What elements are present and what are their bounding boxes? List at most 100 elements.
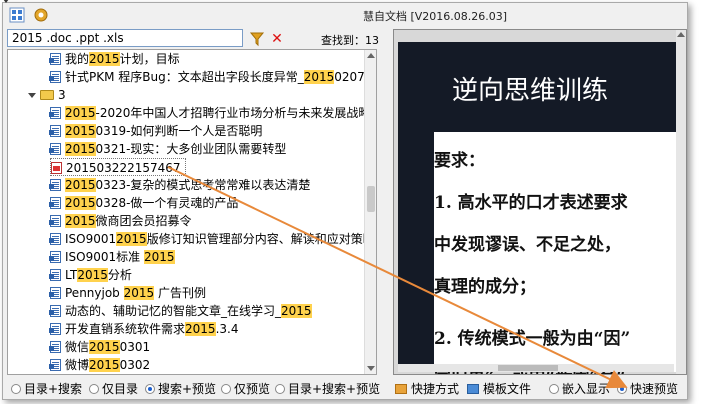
mode-catalog-search-preview[interactable]: 目录+搜索+预览 [275, 382, 380, 396]
item-text: LT [65, 268, 78, 282]
scroll-thumb[interactable] [498, 365, 558, 371]
tree-item[interactable]: 20150328-做一个有灵魂的产品 [49, 194, 238, 212]
match-highlight: 2015 [123, 286, 155, 300]
tree-item[interactable]: 2015微商团会员招募令 [49, 212, 192, 230]
tree-item[interactable]: ISO9001标准 2015 [49, 248, 175, 266]
word-doc-icon [49, 107, 61, 119]
tree-item[interactable]: 201503222157467 [50, 158, 186, 176]
radio-dot[interactable] [11, 384, 21, 394]
radio-dot[interactable] [549, 384, 559, 394]
clear-icon[interactable]: ✕ [269, 31, 285, 47]
embed-display-radio[interactable]: 嵌入显示 [549, 382, 610, 396]
match-highlight: 2015 [281, 304, 312, 318]
match-highlight: 2015 [65, 124, 96, 138]
item-text: 微商团会员招募令 [95, 214, 192, 228]
item-text: 我的 [65, 52, 90, 66]
word-doc-icon [49, 305, 61, 317]
match-highlight: 2015 [143, 250, 175, 264]
item-text: .3.4 [215, 322, 239, 336]
item-text: 0207 [334, 70, 365, 84]
match-highlight: 2015 [65, 214, 96, 228]
radio-label: 仅预览 [234, 382, 271, 396]
mode-search-preview[interactable]: 搜索+预览 [145, 382, 216, 396]
preview-hscrollbar[interactable] [398, 364, 674, 372]
tree-item[interactable]: 20150323-复杂的模式思考常常难以表达清楚 [49, 176, 310, 194]
word-doc-icon [49, 251, 61, 263]
slide-title: 逆向思维训练 [452, 76, 609, 106]
tree-scrollbar[interactable] [364, 50, 376, 374]
item-text: 广告刊例 [154, 286, 206, 300]
title-bar: 慧自文档 [V2016.08.26.03] [3, 0, 687, 27]
match-highlight: 2015 [185, 322, 216, 336]
shortcut-icon [395, 384, 407, 394]
tree-item[interactable]: 20150321-现实：大多创业团队需要转型 [49, 140, 287, 158]
match-highlight: 2015 [77, 268, 108, 282]
item-text: 动态的、辅助记忆的智能文章_在线学习_ [65, 304, 282, 318]
item-text: 0319-如何判断一个人是否聪明 [95, 124, 263, 138]
radio-label: 快速预览 [630, 382, 679, 396]
radio-label: 嵌入显示 [562, 382, 611, 396]
tree-item[interactable]: 开发直销系统软件需求2015.3.4 [49, 320, 239, 338]
radio-dot[interactable] [617, 384, 627, 394]
preview-scrollbar[interactable] [676, 30, 686, 374]
item-text: 0321-现实：大多创业团队需要转型 [95, 142, 287, 156]
tree-item[interactable]: 20150319-如何判断一个人是否聪明 [49, 122, 263, 140]
tree-item[interactable]: 2015-2020年中国人才招聘行业市场分析与未来发展战略 [49, 104, 370, 122]
radio-dot[interactable] [221, 384, 231, 394]
search-input[interactable] [7, 29, 243, 47]
scroll-up-icon[interactable] [677, 32, 685, 37]
item-text: 微博 [65, 358, 90, 372]
match-highlight: 2015 [65, 142, 96, 156]
item-text: 开发直销系统软件需求 [65, 322, 186, 336]
quick-preview-radio[interactable]: 快速预览 [617, 382, 678, 396]
tree-item[interactable]: 针式PKM 程序Bug：文本超出字段长度异常_20150207 [49, 68, 365, 86]
tree-item[interactable]: 我的2015计划，目标 [49, 50, 180, 68]
match-highlight: 2015 [303, 70, 335, 84]
template-button[interactable]: 模板文件 [467, 382, 531, 396]
word-doc-icon [49, 341, 61, 353]
match-highlight: 2015 [65, 106, 96, 120]
mode-preview-only[interactable]: 仅预览 [221, 382, 270, 396]
tree-item[interactable]: ISO90012015版修订知识管理部分内容、解读和应对策略 [49, 230, 375, 248]
word-doc-icon [49, 125, 61, 137]
item-text: 0301 [119, 340, 151, 354]
scroll-thumb[interactable] [367, 186, 375, 212]
scroll-down-icon[interactable] [367, 366, 375, 371]
slide-line: 要求： [434, 151, 485, 171]
item-text: ISO9001标准 [65, 250, 144, 264]
mode-catalog-only[interactable]: 仅目录 [89, 382, 138, 396]
pdf-file-icon [51, 162, 62, 174]
tree-item[interactable]: 微博20150302 [49, 356, 151, 374]
scroll-up-icon[interactable] [367, 53, 375, 58]
word-doc-icon [49, 179, 61, 191]
item-text: 0302 [119, 358, 151, 372]
tree-folder[interactable]: 3 [28, 86, 66, 104]
word-doc-icon [49, 197, 61, 209]
radio-label: 目录+搜索 [24, 382, 83, 396]
item-text: 微信 [65, 340, 90, 354]
word-doc-icon [49, 71, 61, 83]
shortcut-button[interactable]: 快捷方式 [395, 382, 459, 396]
item-text: 201503222157467 [66, 161, 181, 175]
document-tree[interactable]: 我的2015计划，目标 针式PKM 程序Bug：文本超出字段长度异常_201502… [7, 49, 377, 375]
item-text: 针式PKM 程序Bug：文本超出字段长度异常_ [65, 70, 304, 84]
tree-item[interactable]: Pennyjob 2015 广告刊例 [49, 284, 206, 302]
radio-label: 仅目录 [102, 382, 139, 396]
slide-line: 真理的成分； [434, 277, 536, 297]
expand-toggle-icon[interactable] [28, 93, 36, 98]
match-highlight: 2015 [89, 340, 120, 354]
radio-dot[interactable] [89, 384, 99, 394]
match-highlight: 2015 [89, 358, 120, 372]
app-window: 慧自文档 [V2016.08.26.03] ✕ ? 查找到：13 我的2015计… [2, 0, 688, 400]
bottom-toolbar: 目录+搜索 仅目录 搜索+预览 仅预览 目录+搜索+预览 快捷方式 模板文件 嵌… [3, 377, 687, 399]
mode-catalog-search[interactable]: 目录+搜索 [11, 382, 82, 396]
match-highlight: 2015 [116, 232, 147, 246]
item-text: 3 [58, 88, 66, 102]
radio-dot[interactable] [275, 384, 285, 394]
radio-dot[interactable] [145, 384, 155, 394]
tree-item[interactable]: 动态的、辅助记忆的智能文章_在线学习_2015 [49, 302, 312, 320]
tree-item[interactable]: LT2015分析 [49, 266, 132, 284]
window-title: 慧自文档 [V2016.08.26.03] [362, 10, 508, 23]
filter-icon[interactable] [249, 31, 265, 47]
tree-item[interactable]: 微信20150301 [49, 338, 151, 356]
